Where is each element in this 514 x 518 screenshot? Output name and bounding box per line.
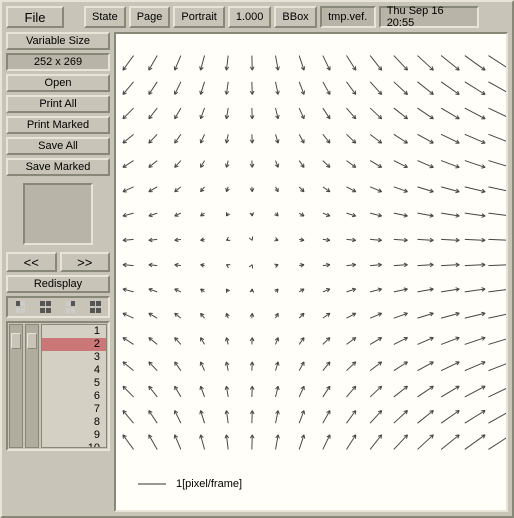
frame-list-area: 12345678910 xyxy=(6,321,110,451)
frame-listbox[interactable]: 12345678910 xyxy=(41,324,107,448)
list-item[interactable]: 3 xyxy=(42,351,106,364)
list-item[interactable]: 9 xyxy=(42,429,106,442)
print-all-button[interactable]: Print All xyxy=(6,95,110,113)
list-item[interactable]: 10 xyxy=(42,442,106,448)
dimensions-field: 252 x 269 xyxy=(6,53,110,71)
layout-toggle[interactable] xyxy=(6,296,110,318)
list-item[interactable]: 6 xyxy=(42,390,106,403)
list-item[interactable]: 2 xyxy=(42,338,106,351)
canvas-area: 1[pixel/frame] xyxy=(112,30,510,514)
bbox-button[interactable]: BBox xyxy=(274,6,316,28)
next-button[interactable]: >> xyxy=(60,252,111,272)
list-item[interactable]: 7 xyxy=(42,403,106,416)
sidebar: Variable Size 252 x 269 Open Print All P… xyxy=(4,30,112,514)
list-item[interactable]: 4 xyxy=(42,364,106,377)
redisplay-button[interactable]: Redisplay xyxy=(6,275,110,293)
print-marked-button[interactable]: Print Marked xyxy=(6,116,110,134)
zoom-button[interactable]: 1.000 xyxy=(228,6,272,28)
list-item[interactable]: 8 xyxy=(42,416,106,429)
preview-thumbnail xyxy=(23,183,93,245)
list-scrollbar-left[interactable] xyxy=(9,324,23,448)
vector-field-canvas: 1[pixel/frame] xyxy=(114,32,508,512)
save-all-button[interactable]: Save All xyxy=(6,137,110,155)
filename-field: tmp.vef. xyxy=(320,6,376,28)
datetime-field: Thu Sep 16 20:55 xyxy=(379,6,479,28)
save-marked-button[interactable]: Save Marked xyxy=(6,158,110,176)
state-button[interactable]: State xyxy=(84,6,126,28)
prev-button[interactable]: << xyxy=(6,252,57,272)
file-menu[interactable]: File xyxy=(6,6,64,28)
list-item[interactable]: 5 xyxy=(42,377,106,390)
top-toolbar: File State Page Portrait 1.000 BBox tmp.… xyxy=(4,4,510,30)
portrait-button[interactable]: Portrait xyxy=(173,6,224,28)
vector-field-svg xyxy=(116,34,506,510)
app-window: { "topbar": { "file": "File", "state": "… xyxy=(0,0,514,518)
list-item[interactable]: 1 xyxy=(42,325,106,338)
page-button[interactable]: Page xyxy=(129,6,171,28)
variable-size-button[interactable]: Variable Size xyxy=(6,32,110,50)
open-button[interactable]: Open xyxy=(6,74,110,92)
list-scrollbar-mid[interactable] xyxy=(25,324,39,448)
legend-caption: 1[pixel/frame] xyxy=(136,478,242,490)
